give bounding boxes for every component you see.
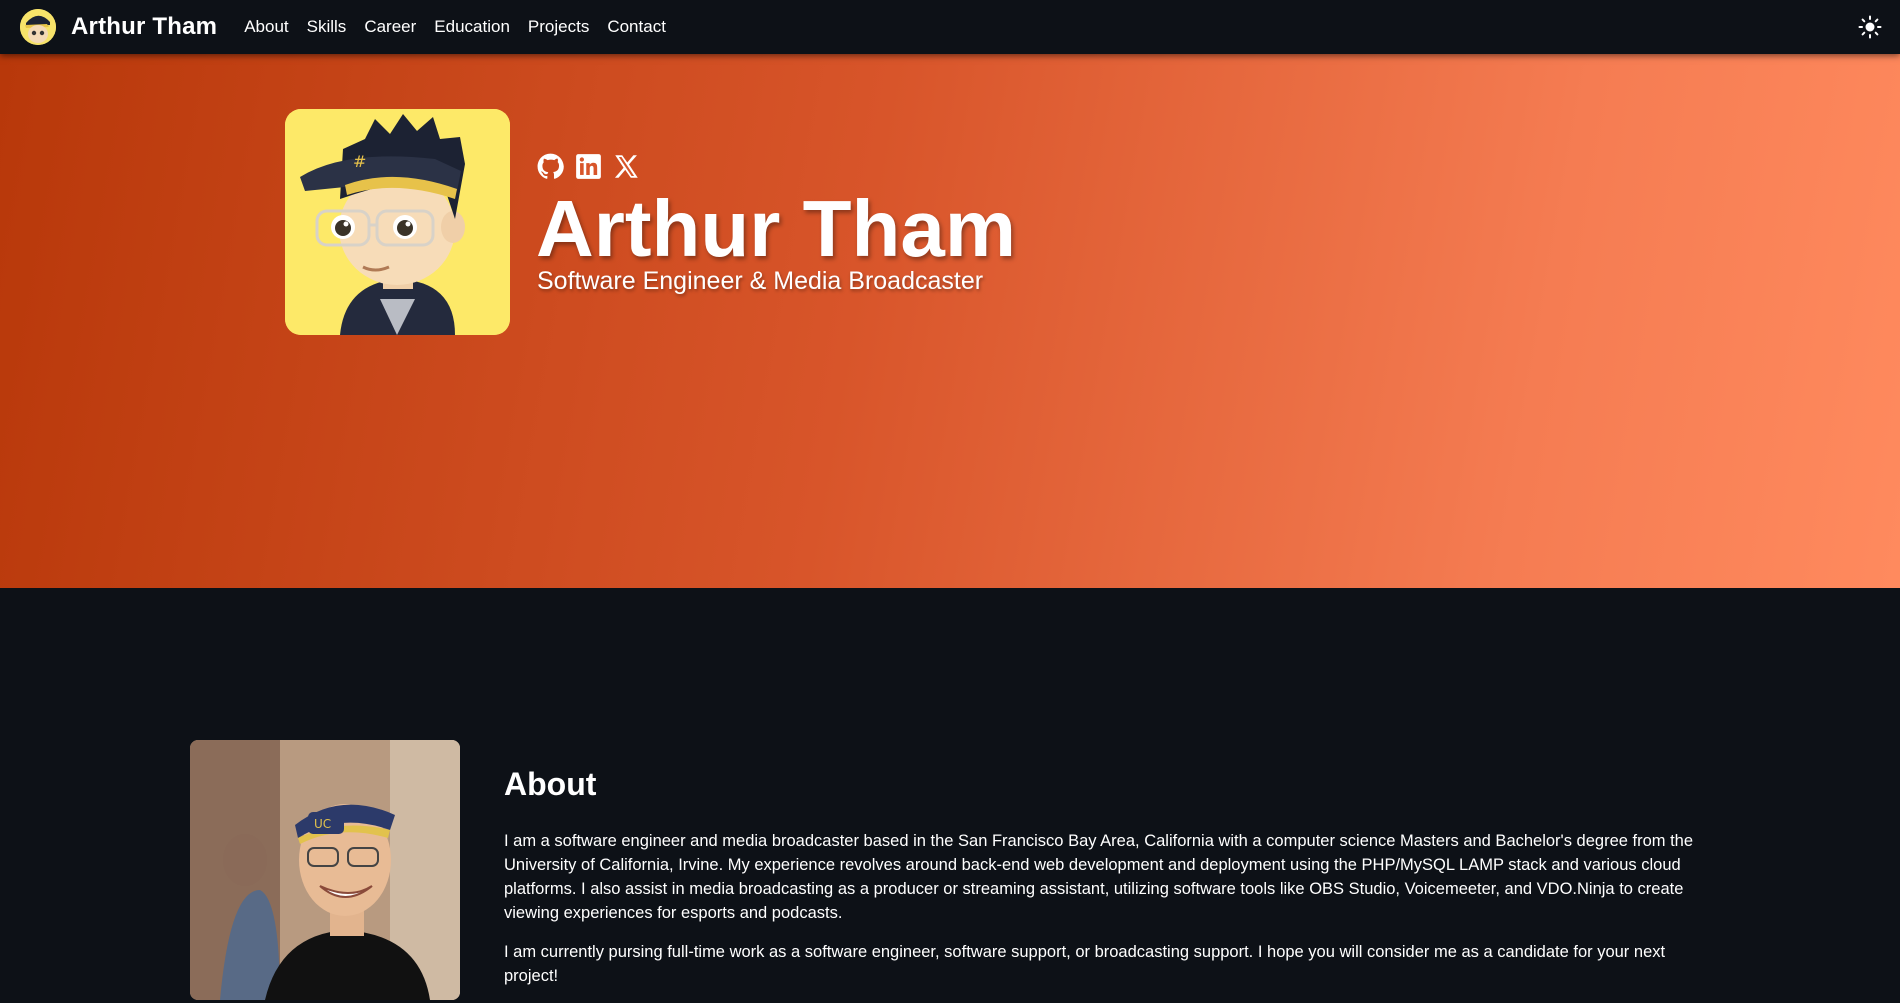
brand-name: Arthur Tham xyxy=(71,13,218,40)
github-icon[interactable] xyxy=(537,153,564,180)
profile-photo: UC xyxy=(190,740,460,1000)
svg-text:#: # xyxy=(353,152,366,171)
nav-link-career[interactable]: Career xyxy=(364,17,416,37)
nav-link-contact[interactable]: Contact xyxy=(607,17,666,37)
nav-link-about[interactable]: About xyxy=(244,17,288,37)
about-paragraph-2: I am currently pursing full-time work as… xyxy=(504,943,1666,985)
nav-link-projects[interactable]: Projects xyxy=(528,17,589,37)
nav-link-education[interactable]: Education xyxy=(434,17,510,37)
nav-links: About Skills Career Education Projects C… xyxy=(235,17,675,37)
cartoon-avatar-icon xyxy=(20,9,56,45)
about-text: I am a software engineer and media broad… xyxy=(504,829,1704,1003)
brand-link[interactable]: Arthur Tham xyxy=(20,9,217,45)
hero-name: Arthur Tham xyxy=(536,184,1016,273)
social-links xyxy=(537,153,651,180)
x-icon[interactable] xyxy=(613,153,640,180)
linkedin-icon[interactable] xyxy=(575,153,602,180)
navbar: Arthur Tham About Skills Career Educatio… xyxy=(0,0,1900,54)
nav-link-skills[interactable]: Skills xyxy=(307,17,347,37)
sun-icon[interactable] xyxy=(1858,15,1882,39)
hero-subtitle: Software Engineer & Media Broadcaster xyxy=(537,267,984,295)
hero-section: # Arthur Tham Software Engineer & Media … xyxy=(0,54,1900,588)
cartoon-avatar: # xyxy=(285,109,510,335)
about-paragraph-1: I am a software engineer and media broad… xyxy=(504,832,1694,922)
svg-text:UC: UC xyxy=(314,817,331,831)
about-title: About xyxy=(504,766,597,802)
